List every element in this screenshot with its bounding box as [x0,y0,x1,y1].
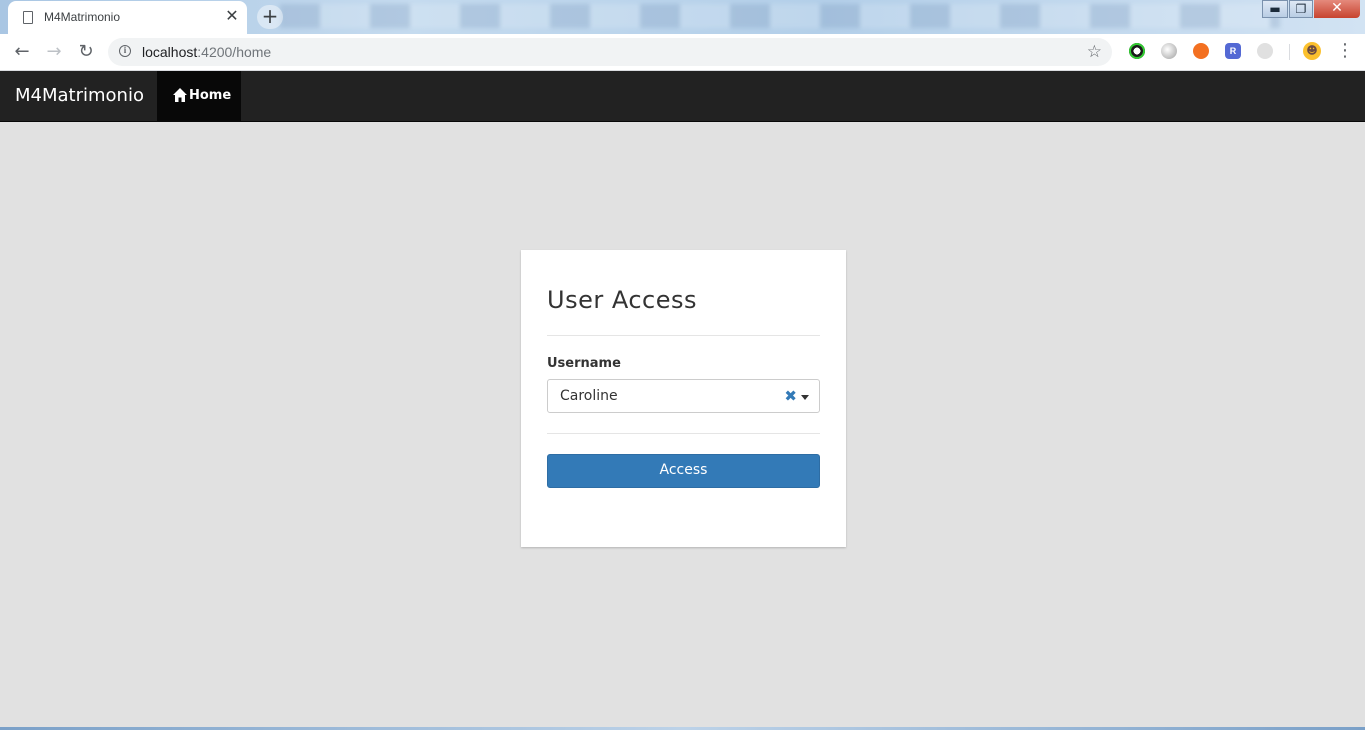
info-icon[interactable]: i [119,45,131,57]
browser-tab-strip: M4Matrimonio ✕ + ▬ ❐ ✕ [0,0,1365,34]
close-icon: ✕ [1331,0,1343,16]
user-access-card: User Access Username Caroline ✖ Access [521,250,846,547]
divider [547,335,820,336]
orange-extension-icon[interactable] [1193,43,1209,59]
bookmark-star-icon[interactable]: ☆ [1087,42,1102,62]
username-selected-value: Caroline [560,388,618,404]
back-arrow-icon[interactable]: ← [12,42,32,62]
color-picker-icon[interactable] [1129,43,1145,59]
circle-extension-icon[interactable] [1161,43,1177,59]
browser-tab[interactable]: M4Matrimonio ✕ [8,1,247,34]
new-tab-button[interactable]: + [257,5,283,29]
clear-selection-icon[interactable]: ✖ [784,387,797,405]
minimize-icon: ▬ [1269,2,1281,16]
url-host: localhost [142,44,198,60]
desktop-background [280,4,1280,28]
r-extension-icon[interactable]: R [1225,43,1241,59]
page-icon [23,11,33,24]
nav-item-home-label: Home [189,88,232,103]
access-button[interactable]: Access [547,454,820,488]
nav-item-home[interactable]: Home [157,71,241,121]
window-minimize-button[interactable]: ▬ [1262,0,1288,18]
reload-icon[interactable]: ↻ [76,42,96,62]
forward-arrow-icon[interactable]: → [44,42,64,62]
window-close-button[interactable]: ✕ [1314,0,1360,18]
tab-close-icon[interactable]: ✕ [224,8,240,24]
address-url[interactable]: localhost:4200/home [142,44,271,60]
browser-toolbar: ← → ↻ i localhost:4200/home ☆ R ☻ ⋮ [0,34,1365,71]
url-path: :4200/home [197,44,272,60]
maximize-icon: ❐ [1295,2,1307,16]
profile-avatar-icon[interactable]: ☻ [1303,42,1321,60]
divider [547,433,820,434]
home-icon [173,88,187,102]
chevron-down-icon[interactable] [801,395,809,400]
tab-title: M4Matrimonio [44,10,121,24]
username-label: Username [547,356,621,371]
window-maximize-button[interactable]: ❐ [1289,0,1313,18]
browser-menu-icon[interactable]: ⋮ [1336,41,1354,61]
address-bar[interactable]: i localhost:4200/home ☆ [108,38,1112,66]
app-navbar: M4Matrimonio Home [0,71,1365,122]
navbar-brand[interactable]: M4Matrimonio [15,85,144,106]
gray-extension-icon[interactable] [1257,43,1273,59]
toolbar-divider [1289,44,1290,60]
card-title: User Access [547,286,697,314]
username-select[interactable]: Caroline ✖ [547,379,820,413]
